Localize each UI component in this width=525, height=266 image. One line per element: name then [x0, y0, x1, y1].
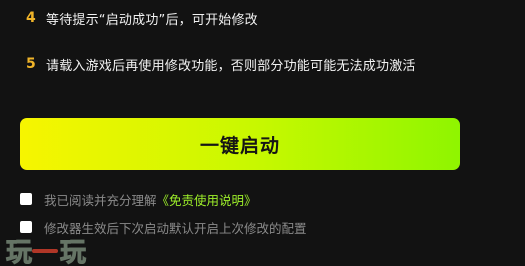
- step-item-5: 5 请载入游戏后再使用修改功能，否则部分功能可能无法成功激活: [26, 54, 416, 74]
- watermark-dash: [32, 248, 59, 253]
- launcher-panel: 4 等待提示“启动成功”后，可开始修改 5 请载入游戏后再使用修改功能，否则部分…: [0, 0, 525, 266]
- step-text: 请载入游戏后再使用修改功能，否则部分功能可能无法成功激活: [46, 58, 416, 74]
- launch-button-label: 一键启动: [199, 134, 280, 157]
- watermark-logo: 玩 玩: [5, 232, 87, 266]
- disclaimer-text: 我已阅读并充分理解: [44, 192, 157, 208]
- step-number: 5: [26, 56, 36, 72]
- watermark-glyph-right: 玩: [60, 238, 87, 266]
- one-click-launch-button[interactable]: 一键启动: [20, 118, 460, 170]
- disclaimer-checkbox[interactable]: [20, 193, 32, 205]
- watermark-glyph-left: 玩: [5, 238, 32, 266]
- step-item-4: 4 等待提示“启动成功”后，可开始修改: [26, 8, 258, 28]
- disclaimer-agreement-row: 我已阅读并充分理解 《免责使用说明》: [20, 190, 257, 208]
- step-text: 等待提示“启动成功”后，可开始修改: [46, 12, 258, 28]
- step-number: 4: [26, 10, 36, 26]
- disclaimer-link[interactable]: 《免责使用说明》: [157, 190, 257, 209]
